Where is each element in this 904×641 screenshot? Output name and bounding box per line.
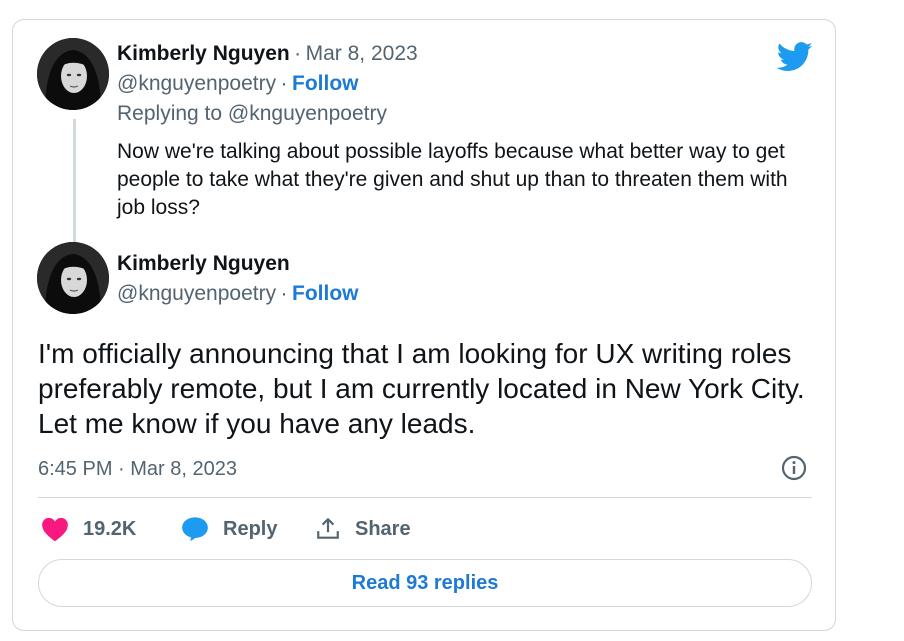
like-button[interactable]: 19.2K bbox=[41, 514, 136, 544]
separator: · bbox=[280, 72, 288, 95]
read-replies-button[interactable]: Read 93 replies bbox=[38, 559, 812, 607]
follow-button[interactable]: Follow bbox=[292, 282, 359, 305]
author-handle[interactable]: @knguyenpoetry bbox=[117, 72, 276, 95]
twitter-bird-icon[interactable] bbox=[777, 42, 813, 72]
reply-button[interactable]: Reply bbox=[181, 514, 277, 544]
heart-icon bbox=[42, 517, 68, 542]
replying-to-text[interactable]: Replying to @knguyenpoetry bbox=[117, 100, 387, 128]
tweet-embed-card: Kimberly Nguyen · Mar 8, 2023 @knguyenpo… bbox=[12, 19, 836, 631]
separator: · bbox=[280, 282, 288, 305]
main-tweet-text: I'm officially announcing that I am look… bbox=[38, 338, 805, 439]
info-icon[interactable] bbox=[780, 454, 808, 482]
divider bbox=[38, 497, 812, 498]
speech-bubble-icon bbox=[182, 517, 208, 542]
follow-button[interactable]: Follow bbox=[292, 72, 359, 95]
main-handle-line: @knguyenpoetry · Follow bbox=[117, 280, 359, 310]
reply-tweet-text: Now we're talking about possible layoffs… bbox=[117, 140, 788, 219]
author-name[interactable]: Kimberly Nguyen bbox=[117, 42, 290, 65]
author-handle[interactable]: @knguyenpoetry bbox=[117, 282, 276, 305]
tweet-timestamp[interactable]: 6:45 PM · Mar 8, 2023 bbox=[38, 456, 237, 482]
avatar[interactable] bbox=[37, 38, 109, 110]
main-author-line: Kimberly Nguyen bbox=[117, 250, 290, 280]
avatar-photo bbox=[37, 38, 109, 110]
tweet-date[interactable]: Mar 8, 2023 bbox=[306, 42, 418, 65]
reply-handle-line: @knguyenpoetry · Follow bbox=[117, 70, 359, 100]
author-name[interactable]: Kimberly Nguyen bbox=[117, 252, 290, 275]
share-button[interactable]: Share bbox=[315, 514, 411, 544]
avatar-photo bbox=[37, 242, 109, 314]
share-label: Share bbox=[355, 517, 411, 540]
like-count: 19.2K bbox=[83, 517, 137, 540]
share-upload-icon bbox=[317, 518, 339, 539]
reply-label: Reply bbox=[223, 517, 278, 540]
avatar[interactable] bbox=[37, 242, 109, 314]
thread-connector-line bbox=[73, 119, 76, 257]
reply-author-line: Kimberly Nguyen · Mar 8, 2023 bbox=[117, 40, 418, 70]
separator: · bbox=[294, 42, 302, 65]
